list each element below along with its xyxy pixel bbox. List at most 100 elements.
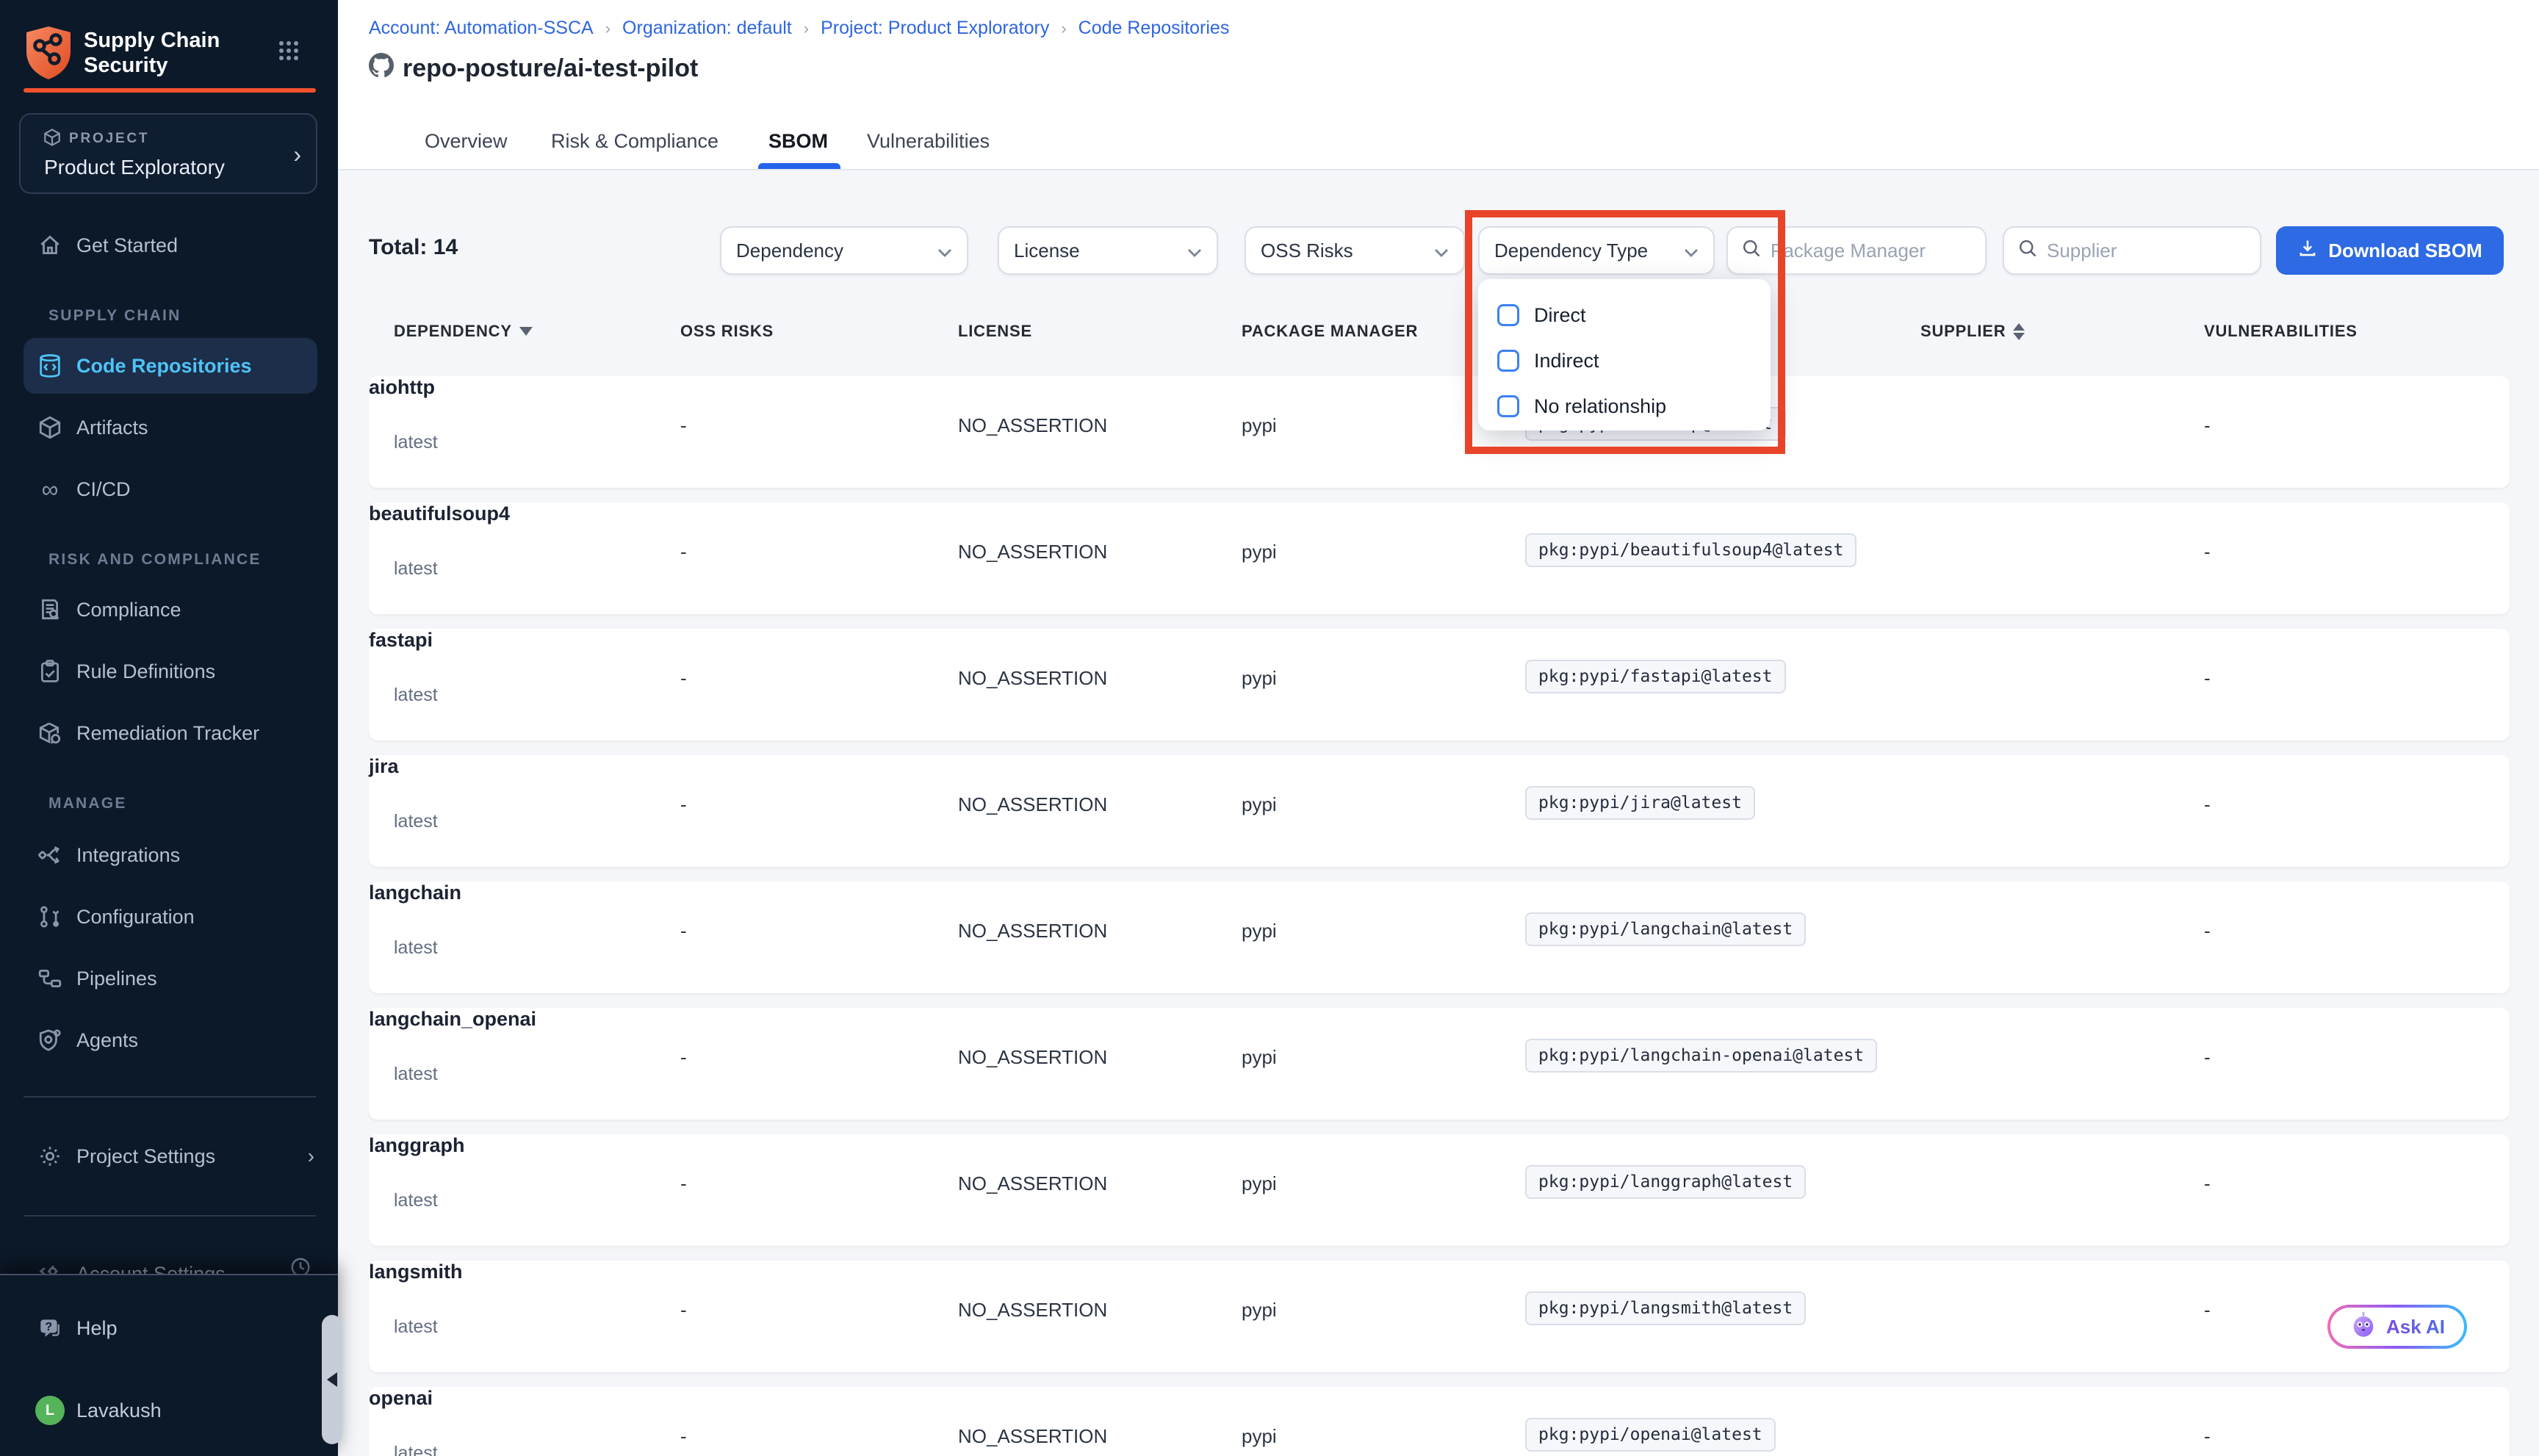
- table-row[interactable]: aiohttp latest - NO_ASSERTION pypi pkg:p…: [369, 376, 2510, 488]
- configuration-icon: [37, 904, 63, 930]
- download-sbom-button[interactable]: Download SBOM: [2276, 226, 2504, 275]
- cube-icon: [43, 128, 62, 147]
- repo-title-text: repo-posture/ai-test-pilot: [403, 54, 698, 83]
- column-header-supplier[interactable]: SUPPLIER: [1920, 322, 2025, 341]
- section-label-risk-compliance: RISK AND COMPLIANCE: [48, 551, 262, 569]
- oss-risks-value: -: [680, 1172, 687, 1195]
- checkbox-icon[interactable]: [1497, 395, 1519, 417]
- package-manager-input[interactable]: [1771, 239, 1972, 262]
- oss-risks-value: -: [680, 920, 687, 943]
- dependency-version: latest: [394, 1190, 438, 1211]
- breadcrumb-project[interactable]: Project: Product Exploratory: [821, 18, 1049, 39]
- chevron-right-icon: ›: [293, 141, 301, 168]
- table-row[interactable]: langgraph latest - NO_ASSERTION pypi pkg…: [369, 1134, 2510, 1246]
- table-row[interactable]: beautifulsoup4 latest - NO_ASSERTION pyp…: [369, 502, 2510, 614]
- breadcrumb: Account: Automation-SSCA › Organization:…: [369, 18, 1229, 39]
- breadcrumb-separator: ›: [804, 19, 809, 38]
- sidebar-item-compliance[interactable]: Compliance: [0, 585, 338, 635]
- section-label-manage: MANAGE: [48, 795, 127, 812]
- table-row[interactable]: langchain latest - NO_ASSERTION pypi pkg…: [369, 882, 2510, 993]
- column-header-vulnerabilities[interactable]: VULNERABILITIES: [2204, 322, 2358, 341]
- table-row[interactable]: langchain_openai latest - NO_ASSERTION p…: [369, 1008, 2510, 1120]
- project-selector[interactable]: PROJECT Product Exploratory ›: [19, 113, 317, 194]
- oss-risks-value: -: [680, 414, 687, 437]
- chevron-right-icon: ›: [308, 1145, 314, 1168]
- breadcrumb-code-repositories[interactable]: Code Repositories: [1078, 18, 1230, 39]
- sidebar-item-get-started[interactable]: Get Started: [0, 220, 338, 270]
- dependency-filter-select[interactable]: Dependency: [720, 226, 968, 275]
- sort-desc-icon: [519, 327, 533, 336]
- column-header-dependency[interactable]: DEPENDENCY: [394, 322, 533, 341]
- license-filter-select[interactable]: License: [998, 226, 1218, 275]
- sidebar-item-rule-definitions[interactable]: Rule Definitions: [0, 646, 338, 696]
- dependency-version: latest: [394, 811, 438, 832]
- table-row[interactable]: langsmith latest - NO_ASSERTION pypi pkg…: [369, 1261, 2510, 1372]
- sidebar-item-cicd[interactable]: ∞ CI/CD: [0, 464, 338, 514]
- chevron-down-icon: [937, 239, 952, 262]
- tab-risk-compliance[interactable]: Risk & Compliance: [551, 113, 719, 169]
- table-row[interactable]: jira latest - NO_ASSERTION pypi pkg:pypi…: [369, 755, 2510, 867]
- document-search-icon: [37, 597, 63, 623]
- oss-risks-value: -: [680, 793, 687, 816]
- package-manager-value: pypi: [1242, 1172, 1277, 1195]
- sidebar-item-pipelines[interactable]: Pipelines: [0, 954, 338, 1003]
- purl-chip: pkg:pypi/langchain@latest: [1525, 912, 1806, 946]
- dependency-type-filter-select[interactable]: Dependency Type: [1478, 226, 1715, 275]
- sidebar-item-configuration[interactable]: Configuration: [0, 892, 338, 942]
- active-tab-indicator: [758, 163, 840, 169]
- checkbox-icon[interactable]: [1497, 350, 1519, 372]
- search-icon: [2017, 237, 2038, 264]
- integrations-icon: [37, 842, 63, 868]
- brand: Supply Chain Security: [24, 25, 317, 84]
- sidebar-item-integrations[interactable]: Integrations: [0, 830, 338, 880]
- infinity-icon: ∞: [37, 476, 63, 502]
- ai-mascot-icon: [2349, 1311, 2377, 1344]
- ask-ai-button[interactable]: Ask AI: [2327, 1305, 2467, 1349]
- tab-sbom[interactable]: SBOM: [768, 113, 828, 169]
- oss-risks-filter-select[interactable]: OSS Risks: [1245, 226, 1465, 275]
- package-manager-value: pypi: [1242, 541, 1277, 563]
- sidebar-item-artifacts[interactable]: Artifacts: [0, 403, 338, 453]
- breadcrumb-organization[interactable]: Organization: default: [622, 18, 792, 39]
- table-row[interactable]: fastapi latest - NO_ASSERTION pypi pkg:p…: [369, 629, 2510, 740]
- sidebar-item-agents[interactable]: Agents: [0, 1015, 338, 1065]
- dependency-name: langchain: [369, 882, 2510, 904]
- supplier-input[interactable]: [2047, 239, 2247, 262]
- supplier-search: [2003, 226, 2261, 275]
- tab-bar: Overview Risk & Compliance SBOM Vulnerab…: [338, 113, 2539, 169]
- package-manager-value: pypi: [1242, 414, 1277, 437]
- column-header-package-manager[interactable]: PACKAGE MANAGER: [1242, 322, 1418, 341]
- column-header-oss-risks[interactable]: OSS RISKS: [680, 322, 774, 341]
- license-value: NO_ASSERTION: [958, 414, 1107, 437]
- sort-both-icon: [2013, 323, 2025, 340]
- tab-vulnerabilities[interactable]: Vulnerabilities: [867, 113, 990, 169]
- license-value: NO_ASSERTION: [958, 1172, 1107, 1195]
- sidebar-collapse-handle[interactable]: [322, 1315, 342, 1444]
- table-row[interactable]: openai latest - NO_ASSERTION pypi pkg:py…: [369, 1387, 2510, 1456]
- sidebar-item-remediation-tracker[interactable]: Remediation Tracker: [0, 708, 338, 758]
- gear-icon: [37, 1143, 63, 1170]
- app-grid-icon[interactable]: [278, 40, 300, 62]
- search-icon: [1741, 237, 1762, 264]
- tab-overview[interactable]: Overview: [425, 113, 508, 169]
- checkbox-icon[interactable]: [1497, 304, 1519, 326]
- column-header-license[interactable]: LICENSE: [958, 322, 1032, 341]
- dependency-type-option[interactable]: Direct: [1497, 292, 1771, 338]
- page-title: repo-posture/ai-test-pilot: [369, 53, 698, 84]
- total-count: Total: 14: [369, 235, 458, 260]
- license-value: NO_ASSERTION: [958, 1425, 1107, 1448]
- sidebar-item-code-repositories[interactable]: Code Repositories: [24, 338, 317, 394]
- breadcrumb-account[interactable]: Account: Automation-SSCA: [369, 18, 594, 39]
- dependency-type-option[interactable]: Indirect: [1497, 338, 1771, 383]
- app-title: Supply Chain Security: [84, 28, 220, 78]
- sidebar-item-project-settings[interactable]: Project Settings ›: [0, 1131, 338, 1181]
- collapse-arrow-icon: [327, 1372, 337, 1387]
- oss-risks-value: -: [680, 1425, 687, 1448]
- breadcrumb-separator: ›: [1061, 19, 1066, 38]
- user-name: Lavakush: [76, 1399, 162, 1422]
- sidebar-user[interactable]: L Lavakush: [0, 1390, 338, 1431]
- sidebar-item-help[interactable]: ? Help: [0, 1308, 338, 1349]
- vulnerabilities-value: -: [2204, 793, 2211, 816]
- dependency-type-option[interactable]: No relationship: [1497, 383, 1771, 429]
- dependency-name: langsmith: [369, 1261, 2510, 1283]
